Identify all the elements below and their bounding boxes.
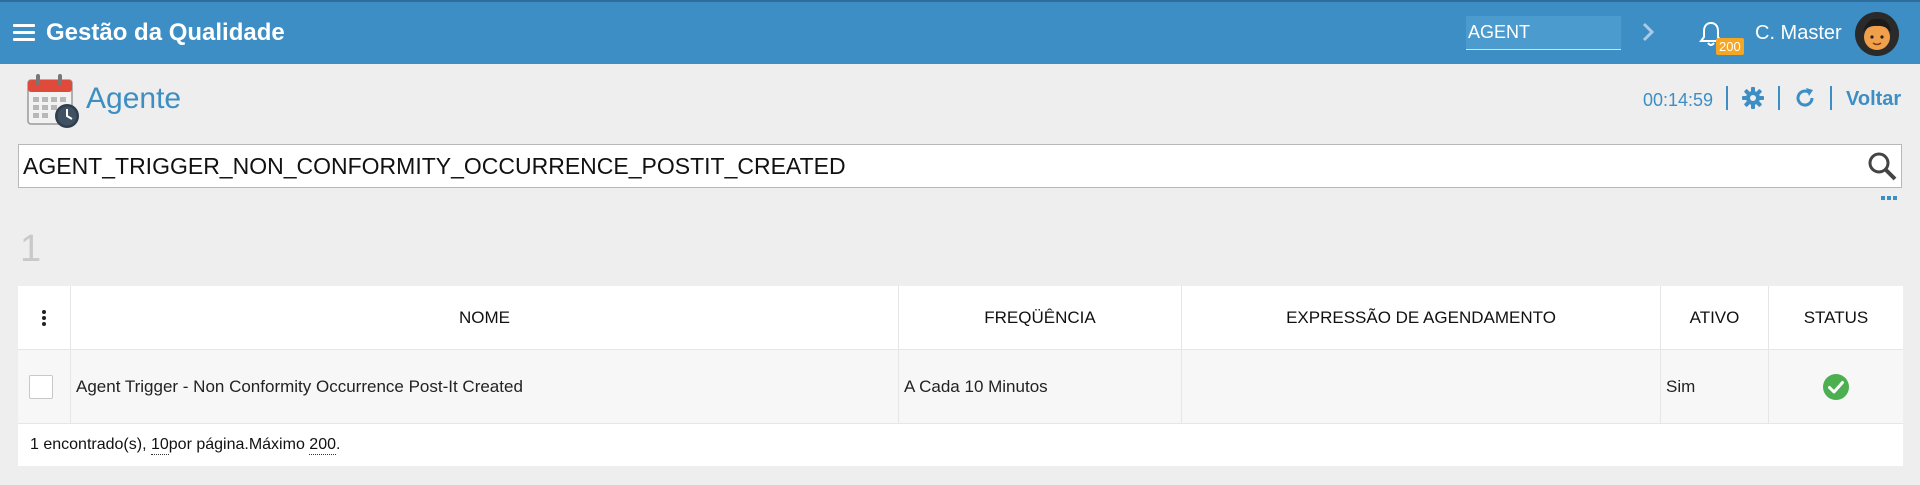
row-select-cell	[18, 350, 70, 424]
cell-nome[interactable]: Agent Trigger - Non Conformity Occurrenc…	[70, 350, 898, 424]
search-input[interactable]	[23, 149, 1843, 183]
max-selector[interactable]: 200	[309, 436, 336, 455]
divider	[1830, 86, 1832, 110]
search-bar	[18, 144, 1902, 188]
menu-icon[interactable]	[13, 24, 35, 42]
notification-badge: 200	[1716, 38, 1744, 55]
column-header-nome[interactable]: NOME	[70, 286, 898, 350]
chevron-right-icon[interactable]	[1640, 20, 1656, 44]
column-header-frequencia[interactable]: FREQÜÊNCIA	[898, 286, 1181, 350]
column-header-status[interactable]: STATUS	[1768, 286, 1903, 350]
cell-status	[1768, 350, 1903, 424]
more-dots-icon[interactable]	[1880, 194, 1898, 202]
per-page-suffix: por página.	[168, 436, 249, 453]
max-label: Máximo	[248, 436, 305, 453]
footer-end: .	[336, 436, 341, 453]
user-name[interactable]: C. Master	[1755, 22, 1842, 45]
agents-table: NOME FREQÜÊNCIA EXPRESSÃO DE AGENDAMENTO…	[18, 286, 1903, 466]
divider	[1726, 86, 1728, 110]
table-footer: 1 encontrado(s), 10 por página. Máximo 2…	[18, 424, 1903, 466]
row-checkbox[interactable]	[29, 375, 53, 399]
cell-ativo: Sim	[1660, 350, 1768, 424]
column-header-expressao[interactable]: EXPRESSÃO DE AGENDAMENTO	[1181, 286, 1660, 350]
table-header: NOME FREQÜÊNCIA EXPRESSÃO DE AGENDAMENTO…	[18, 286, 1903, 350]
cell-expressao	[1181, 350, 1660, 424]
back-link[interactable]: Voltar	[1846, 88, 1901, 111]
column-options-icon[interactable]	[18, 286, 70, 350]
gear-icon[interactable]	[1741, 86, 1765, 110]
top-bar: Gestão da Qualidade 200 C. Master	[0, 0, 1920, 64]
app-title: Gestão da Qualidade	[46, 19, 285, 46]
table-row[interactable]: Agent Trigger - Non Conformity Occurrenc…	[18, 350, 1903, 424]
success-check-icon	[1823, 374, 1849, 400]
result-count: 1	[20, 228, 42, 270]
divider	[1778, 86, 1780, 110]
per-page-selector[interactable]: 10	[150, 436, 169, 455]
refresh-icon[interactable]	[1793, 86, 1817, 110]
column-header-ativo[interactable]: ATIVO	[1660, 286, 1768, 350]
agent-search-input[interactable]	[1466, 16, 1621, 50]
cell-frequencia: A Cada 10 Minutos	[898, 350, 1181, 424]
avatar[interactable]	[1855, 12, 1899, 56]
calendar-clock-icon	[27, 74, 79, 128]
search-icon[interactable]	[1867, 151, 1897, 181]
found-count-text: 1 encontrado(s),	[30, 436, 147, 453]
page-title: Agente	[86, 82, 182, 115]
session-timer: 00:14:59	[1643, 90, 1714, 110]
